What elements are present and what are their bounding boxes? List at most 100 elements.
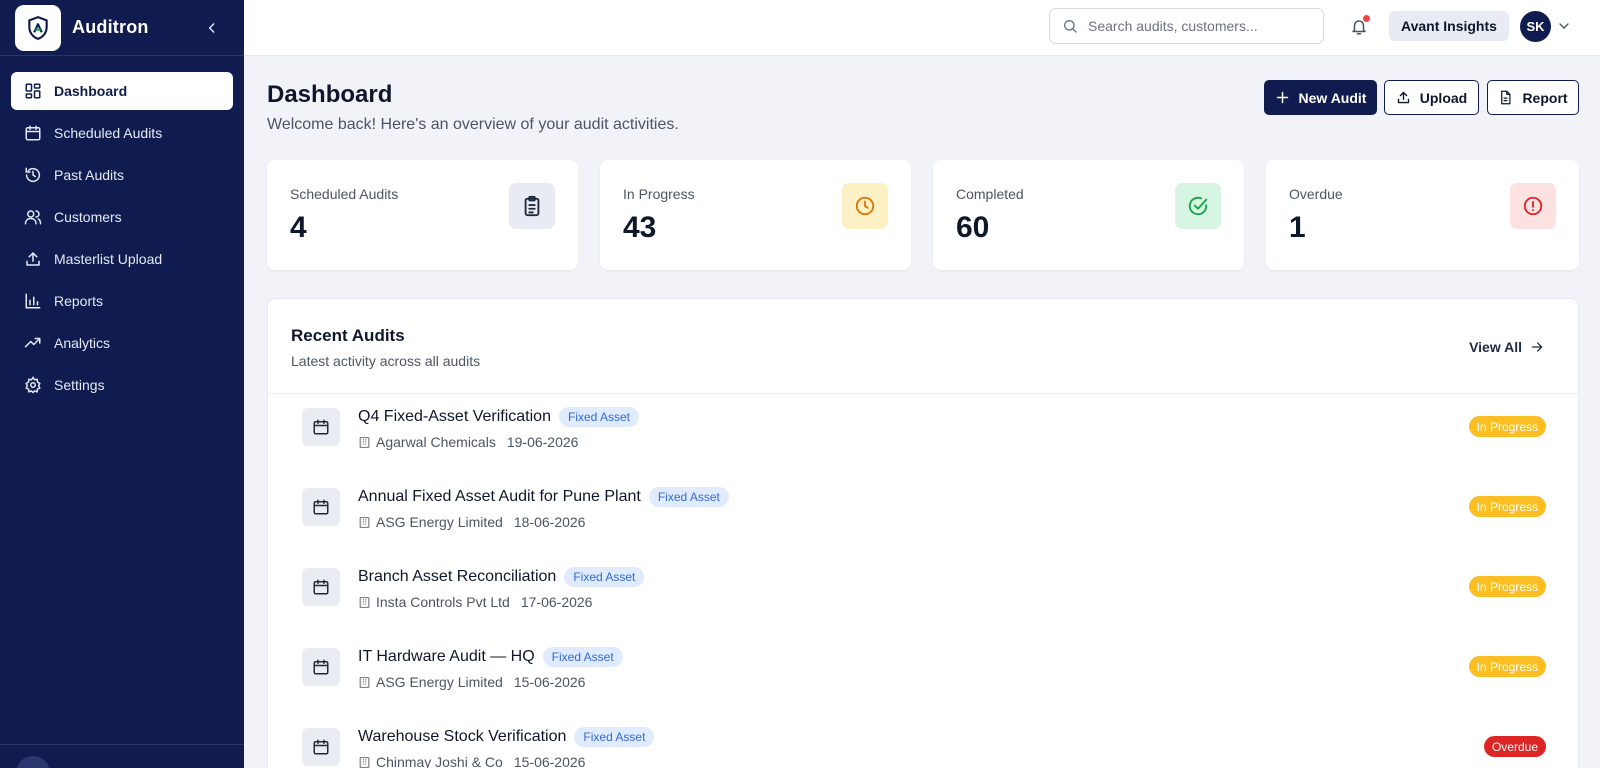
- upload-icon: [1397, 91, 1409, 104]
- calendar-icon: [302, 488, 340, 526]
- audit-title[interactable]: Branch Asset Reconciliation: [358, 568, 556, 586]
- sidebar-item-analytics[interactable]: Analytics: [11, 324, 233, 362]
- calendar-icon: [302, 648, 340, 686]
- sidebar-item-scheduled-audits[interactable]: Scheduled Audits: [11, 114, 233, 152]
- organization-switcher[interactable]: Avant Insights: [1389, 11, 1509, 41]
- file-text-icon: [1501, 90, 1511, 105]
- arrow-right-icon: [1531, 342, 1543, 352]
- audit-meta: Insta Controls Pvt Ltd 17-06-2026: [358, 594, 592, 610]
- new-audit-button[interactable]: New Audit: [1264, 80, 1377, 115]
- view-all-label: View All: [1469, 339, 1522, 355]
- audit-date: 18-06-2026: [513, 514, 586, 530]
- audit-row[interactable]: Branch Asset Reconciliation Fixed Asset …: [302, 557, 1546, 617]
- calendar-icon: [302, 728, 340, 766]
- sidebar-nav: Dashboard Scheduled Audits Past Audits C…: [0, 56, 244, 404]
- stat-card-completed[interactable]: Completed 60: [933, 160, 1244, 270]
- calendar-icon: [302, 408, 340, 446]
- sidebar-item-reports[interactable]: Reports: [11, 282, 233, 320]
- user-avatar-button[interactable]: SK: [1520, 11, 1551, 42]
- sidebar-item-label: Reports: [54, 293, 104, 309]
- upload-label: Upload: [1419, 89, 1468, 106]
- audit-title-wrap: IT Hardware Audit — HQ Fixed Asset: [358, 647, 623, 667]
- audit-meta: Chinmay Joshi & Co 15-06-2026: [358, 754, 585, 768]
- sidebar: Auditron Dashboard Scheduled Audits Past…: [0, 0, 244, 768]
- check-circle-icon: [1175, 183, 1221, 229]
- sidebar-item-label: Past Audits: [54, 167, 125, 183]
- audit-row[interactable]: Warehouse Stock Verification Fixed Asset…: [302, 717, 1546, 768]
- stat-card-overdue[interactable]: Overdue 1: [1266, 160, 1579, 270]
- audit-meta: ASG Energy Limited 18-06-2026: [358, 514, 585, 530]
- status-badge: In Progress: [1468, 656, 1546, 677]
- audit-customer: Agarwal Chemicals: [376, 434, 496, 450]
- stat-value: 4: [290, 211, 307, 244]
- audit-title[interactable]: Q4 Fixed-Asset Verification: [358, 408, 551, 426]
- sidebar-item-settings[interactable]: Settings: [11, 366, 233, 404]
- stat-label: Scheduled Audits: [290, 186, 399, 202]
- stat-label: In Progress: [623, 186, 695, 202]
- settings-icon: [25, 376, 41, 394]
- sidebar-item-customers[interactable]: Customers: [11, 198, 233, 236]
- upload-button[interactable]: Upload: [1384, 80, 1479, 115]
- building-icon: [359, 676, 370, 688]
- audit-title-wrap: Q4 Fixed-Asset Verification Fixed Asset: [358, 407, 639, 427]
- stat-label: Overdue: [1289, 186, 1343, 202]
- topbar: Avant Insights SK: [244, 0, 1600, 56]
- notifications-button[interactable]: [1346, 14, 1372, 40]
- view-all-link[interactable]: View All: [1469, 339, 1544, 355]
- clock-icon: [842, 183, 888, 229]
- clipboard-icon: [509, 183, 555, 229]
- audit-customer: Insta Controls Pvt Ltd: [376, 594, 510, 610]
- search-icon: [1064, 20, 1077, 33]
- status-badge: In Progress: [1468, 416, 1546, 437]
- stat-label: Completed: [956, 186, 1024, 202]
- bar-chart-icon: [25, 293, 41, 309]
- audit-row[interactable]: Annual Fixed Asset Audit for Pune Plant …: [302, 477, 1546, 537]
- audit-title[interactable]: Warehouse Stock Verification: [358, 728, 566, 746]
- audit-title-wrap: Warehouse Stock Verification Fixed Asset: [358, 727, 655, 747]
- report-button[interactable]: Report: [1487, 80, 1579, 115]
- stat-value: 43: [623, 211, 657, 244]
- audit-title[interactable]: IT Hardware Audit — HQ: [358, 648, 535, 666]
- chevron-left-icon: [208, 23, 215, 33]
- page-title: Dashboard: [267, 81, 393, 108]
- sidebar-item-label: Masterlist Upload: [54, 251, 163, 267]
- audit-row[interactable]: Q4 Fixed-Asset Verification Fixed Asset …: [302, 397, 1546, 457]
- search-box[interactable]: [1049, 8, 1324, 44]
- audit-meta: Agarwal Chemicals 19-06-2026: [358, 434, 578, 450]
- panel-subtitle: Latest activity across all audits: [291, 353, 481, 369]
- audit-date: 15-06-2026: [513, 754, 586, 768]
- audit-customer: ASG Energy Limited: [376, 514, 503, 530]
- search-input[interactable]: [1088, 18, 1308, 34]
- sidebar-item-past-audits[interactable]: Past Audits: [11, 156, 233, 194]
- status-badge: In Progress: [1468, 496, 1546, 517]
- audit-date: 19-06-2026: [506, 434, 579, 450]
- sidebar-user[interactable]: [0, 744, 244, 768]
- sidebar-item-masterlist-upload[interactable]: Masterlist Upload: [11, 240, 233, 278]
- sidebar-item-label: Scheduled Audits: [54, 125, 163, 141]
- collapse-sidebar-button[interactable]: [200, 16, 224, 40]
- audit-title[interactable]: Annual Fixed Asset Audit for Pune Plant: [358, 488, 641, 506]
- recent-audits-panel: Recent Audits Latest activity across all…: [267, 298, 1579, 768]
- users-icon: [24, 210, 42, 225]
- page-subtitle: Welcome back! Here's an overview of your…: [267, 116, 679, 133]
- panel-title: Recent Audits: [291, 326, 405, 345]
- building-icon: [359, 436, 370, 448]
- history-icon: [25, 167, 41, 183]
- user-avatar: [16, 756, 50, 768]
- sidebar-item-dashboard[interactable]: Dashboard: [11, 72, 233, 110]
- shield-logo-icon[interactable]: [15, 4, 61, 51]
- chevron-down-icon[interactable]: [1556, 18, 1572, 34]
- building-icon: [359, 756, 370, 768]
- calendar-icon: [302, 568, 340, 606]
- report-label: Report: [1522, 89, 1568, 106]
- sidebar-item-label: Settings: [54, 377, 105, 393]
- audit-customer: Chinmay Joshi & Co: [376, 754, 503, 768]
- audit-row[interactable]: IT Hardware Audit — HQ Fixed Asset ASG E…: [302, 637, 1546, 697]
- stat-card-in-progress[interactable]: In Progress 43: [600, 160, 911, 270]
- stat-card-scheduled[interactable]: Scheduled Audits 4: [267, 160, 578, 270]
- notification-dot: [1363, 15, 1370, 22]
- status-badge: Overdue: [1483, 736, 1546, 757]
- building-icon: [359, 516, 370, 528]
- audit-type-tag: Fixed Asset: [542, 647, 623, 667]
- sidebar-item-label: Dashboard: [54, 83, 128, 99]
